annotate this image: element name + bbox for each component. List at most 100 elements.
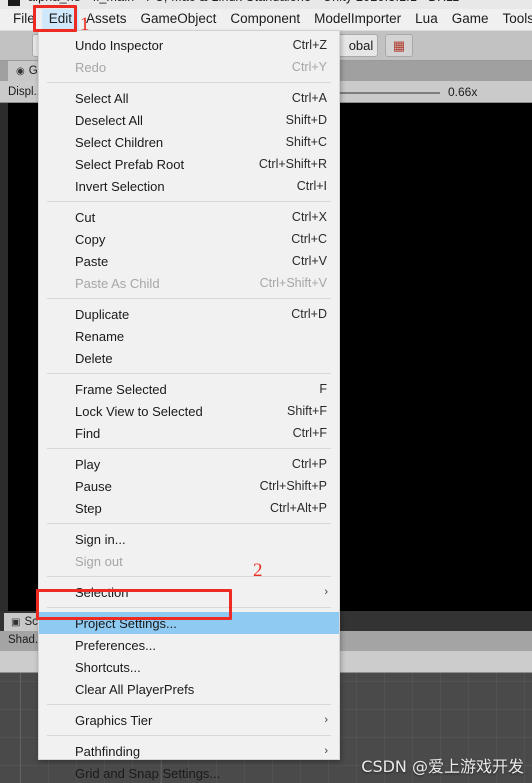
menubar-item-game[interactable]: Game	[445, 9, 496, 30]
menu-separator	[47, 448, 331, 449]
menu-item-shortcut: Ctrl+Shift+V	[259, 276, 327, 290]
menubar-item-gameobject[interactable]: GameObject	[134, 9, 224, 30]
menu-item-label: Duplicate	[75, 306, 130, 322]
menu-item-duplicate[interactable]: Duplicate Ctrl+D	[39, 303, 339, 325]
menu-item-shortcut: Ctrl+Z	[292, 38, 327, 52]
menu-item-shortcut: Shift+C	[285, 135, 327, 149]
menu-item-undo-inspector[interactable]: Undo Inspector Ctrl+Z	[39, 34, 339, 56]
annotation-number-2: 2	[253, 560, 263, 581]
window-title: alpha_n8 - fi_main - PC, Mac & Linux Sta…	[28, 0, 467, 4]
menu-item-shortcut: Ctrl+Alt+P	[270, 501, 327, 515]
menu-item-select-all[interactable]: Select All Ctrl+A	[39, 87, 339, 109]
menu-item-invert-selection[interactable]: Invert Selection Ctrl+I	[39, 175, 339, 197]
menubar-item-tools[interactable]: Tools	[495, 9, 532, 30]
annotation-number-1: 1	[80, 14, 90, 35]
menubar-item-modelimporter[interactable]: ModelImporter	[307, 9, 408, 30]
menu-item-clear-all-playerprefs[interactable]: Clear All PlayerPrefs	[39, 678, 339, 700]
chevron-right-icon: ›	[324, 744, 328, 757]
menubar-item-lua[interactable]: Lua	[408, 9, 445, 30]
unity-logo-icon	[8, 0, 20, 6]
pivot-rotation-dropdown[interactable]: obal	[334, 34, 378, 57]
menubar-item-file[interactable]: File	[6, 9, 42, 30]
scene-grid-icon: ▣	[11, 616, 21, 628]
scale-slider[interactable]	[330, 92, 440, 94]
menubar-item-edit[interactable]: Edit	[41, 9, 80, 30]
menu-item-label: Deselect All	[75, 112, 143, 128]
menu-separator	[47, 373, 331, 374]
unity-editor-window: alpha_n8 - fi_main - PC, Mac & Linux Sta…	[0, 0, 532, 783]
menu-item-label: Sign out	[75, 553, 123, 569]
menu-item-select-children[interactable]: Select Children Shift+C	[39, 131, 339, 153]
menu-item-cut[interactable]: Cut Ctrl+X	[39, 206, 339, 228]
menu-item-label: Grid and Snap Settings...	[75, 765, 221, 781]
menu-item-select-prefab-root[interactable]: Select Prefab Root Ctrl+Shift+R	[39, 153, 339, 175]
menu-item-label: Preferences...	[75, 637, 156, 653]
menu-item-shortcut: Ctrl+Y	[291, 60, 327, 74]
menu-item-label: Selection	[75, 584, 129, 600]
menu-separator	[47, 704, 331, 705]
menu-item-label: Frame Selected	[75, 381, 167, 397]
menu-item-lock-view-to-selected[interactable]: Lock View to Selected Shift+F	[39, 400, 339, 422]
menu-item-label: Lock View to Selected	[75, 403, 203, 419]
menu-item-preferences[interactable]: Preferences...	[39, 634, 339, 656]
game-viewport-gutter	[0, 103, 8, 611]
menu-item-sign-in[interactable]: Sign in...	[39, 528, 339, 550]
menu-item-label: Delete	[75, 350, 113, 366]
menu-item-shortcut: Shift+F	[287, 404, 327, 418]
menu-item-label: Select Children	[75, 134, 164, 150]
menu-separator	[47, 576, 331, 577]
menu-item-label: Select All	[75, 90, 129, 106]
menu-item-shortcuts[interactable]: Shortcuts...	[39, 656, 339, 678]
window-titlebar: alpha_n8 - fi_main - PC, Mac & Linux Sta…	[0, 0, 532, 9]
edit-dropdown-menu: Undo Inspector Ctrl+Z Redo Ctrl+Y Select All…	[38, 31, 340, 781]
menu-item-label: Play	[75, 456, 101, 472]
menu-separator	[47, 607, 331, 608]
menu-item-shortcut: Ctrl+X	[291, 210, 327, 224]
menu-item-label: Pathfinding	[75, 743, 141, 759]
menu-item-pathfinding[interactable]: Pathfinding ›	[39, 740, 339, 762]
menu-item-label: Paste As Child	[75, 275, 160, 291]
menu-item-project-settings[interactable]: Project Settings...	[39, 612, 339, 634]
menu-item-shortcut: Ctrl+F	[292, 426, 327, 440]
menu-item-frame-selected[interactable]: Frame Selected F	[39, 378, 339, 400]
menu-item-shortcut: Ctrl+D	[291, 307, 327, 321]
menu-item-sign-out: Sign out	[39, 550, 339, 572]
menu-item-label: Find	[75, 425, 101, 441]
menu-item-label: Project Settings...	[75, 615, 177, 631]
menu-item-selection[interactable]: Selection ›	[39, 581, 339, 603]
menu-item-label: Sign in...	[75, 531, 126, 547]
menu-item-rename[interactable]: Rename	[39, 325, 339, 347]
menu-item-play[interactable]: Play Ctrl+P	[39, 453, 339, 475]
menubar-item-component[interactable]: Component	[223, 9, 307, 30]
menu-item-find[interactable]: Find Ctrl+F	[39, 422, 339, 444]
menu-item-label: Paste	[75, 253, 109, 269]
menu-item-paste-as-child: Paste As Child Ctrl+Shift+V	[39, 272, 339, 294]
menu-item-redo: Redo Ctrl+Y	[39, 56, 339, 78]
menu-item-shortcut: Ctrl+I	[296, 179, 327, 193]
menu-item-label: Undo Inspector	[75, 37, 164, 53]
menu-item-delete[interactable]: Delete	[39, 347, 339, 369]
menu-item-pause[interactable]: Pause Ctrl+Shift+P	[39, 475, 339, 497]
menu-item-label: Pause	[75, 478, 112, 494]
menu-item-label: Shortcuts...	[75, 659, 141, 675]
menu-separator	[47, 298, 331, 299]
menu-separator	[47, 201, 331, 202]
menu-item-shortcut: Ctrl+C	[291, 232, 327, 246]
grid-snap-toggle-button[interactable]: ▦	[385, 34, 413, 57]
menu-item-label: Step	[75, 500, 102, 516]
chevron-right-icon: ›	[324, 585, 328, 598]
scale-value-label: 0.66x	[448, 85, 478, 99]
menu-item-graphics-tier[interactable]: Graphics Tier ›	[39, 709, 339, 731]
menu-item-label: Redo	[75, 59, 107, 75]
menu-item-deselect-all[interactable]: Deselect All Shift+D	[39, 109, 339, 131]
menu-item-label: Rename	[75, 328, 125, 344]
menu-item-paste[interactable]: Paste Ctrl+V	[39, 250, 339, 272]
menu-item-label: Invert Selection	[75, 178, 165, 194]
menu-item-label: Graphics Tier	[75, 712, 153, 728]
chevron-right-icon: ›	[324, 713, 328, 726]
menu-separator	[47, 82, 331, 83]
menu-separator	[47, 735, 331, 736]
menu-item-step[interactable]: Step Ctrl+Alt+P	[39, 497, 339, 519]
menu-item-grid-and-snap-settings[interactable]: Grid and Snap Settings...	[39, 762, 339, 783]
menu-item-copy[interactable]: Copy Ctrl+C	[39, 228, 339, 250]
